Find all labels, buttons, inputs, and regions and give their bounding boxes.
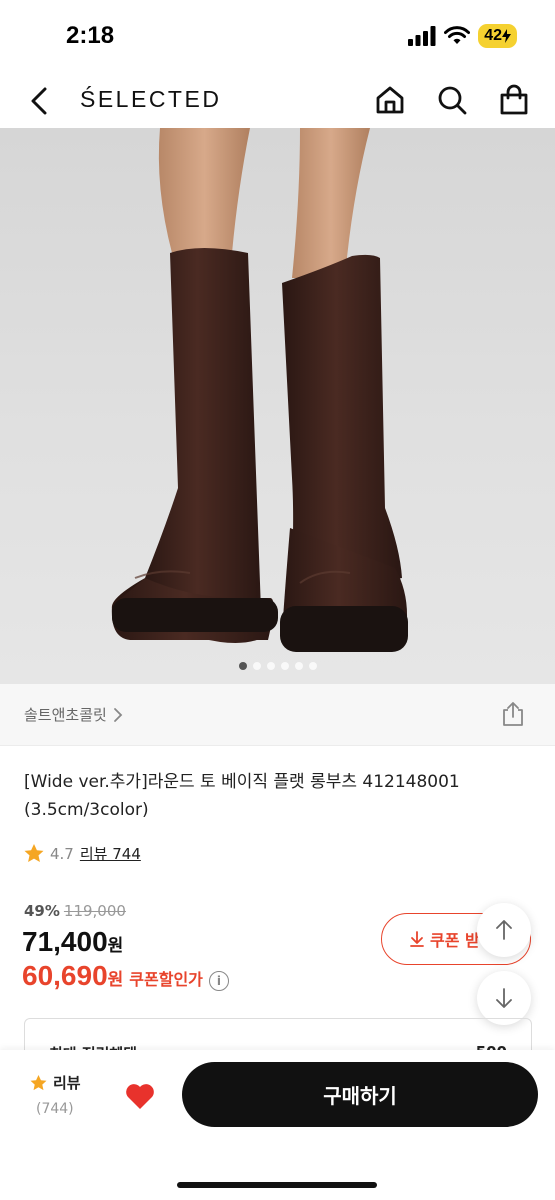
share-icon [503,702,523,726]
carousel-dot[interactable] [294,662,303,670]
coupon-download-label: 쿠폰 받 [430,931,480,950]
bottom-action-bar: 리뷰 (744) 구매하기 [0,1050,555,1200]
carousel-dot[interactable] [266,662,275,670]
status-icons: 42 [408,24,517,48]
star-icon [24,844,44,862]
carousel-dot[interactable] [238,662,247,670]
app-header: ŚELECTED [0,72,555,128]
review-summary-label: 리뷰 [53,1074,81,1092]
back-button[interactable] [22,84,56,118]
home-button[interactable] [372,82,408,118]
status-time: 2:18 [66,22,115,49]
store-row: 솔트앤초콜릿 [0,684,555,746]
discount-row: 49% 119,000 [24,902,126,920]
store-link[interactable]: 솔트앤초콜릿 [24,704,123,725]
carousel-dot[interactable] [308,662,317,670]
coupon-price-unit: 원 [107,970,124,990]
arrow-down-icon [496,988,512,1008]
battery-indicator: 42 [478,24,517,48]
review-link[interactable]: 리뷰 744 [80,843,141,864]
rating-row: 4.7 리뷰 744 [24,843,141,864]
star-icon [30,1074,47,1090]
cellular-signal-icon [408,26,436,46]
sale-price-unit: 원 [107,936,124,955]
sale-price: 71,400원 [22,926,123,958]
battery-level: 42 [484,27,502,44]
coupon-price-value: 60,690 [22,960,108,991]
wifi-icon [444,26,471,44]
status-bar: 2:18 42 [0,0,555,72]
search-button[interactable] [434,82,470,118]
brand-logo[interactable]: ŚELECTED [80,86,221,113]
scroll-up-button[interactable] [477,903,531,957]
coupon-price-label: 쿠폰할인가 [129,970,203,989]
scroll-down-button[interactable] [477,971,531,1025]
shopping-bag-icon [500,84,528,115]
rating-score: 4.7 [50,844,74,863]
chevron-left-icon [31,87,47,115]
cart-button[interactable] [496,82,532,118]
heart-icon [126,1083,154,1109]
chevron-right-icon [113,707,123,722]
product-title: [Wide ver.추가]라운드 토 베이직 플랫 롱부츠 412148001 … [24,772,460,820]
buy-button[interactable]: 구매하기 [182,1062,538,1127]
original-price: 119,000 [63,902,126,920]
carousel-dots [0,662,555,670]
coupon-price-row: 60,690원 쿠폰할인가 i [22,960,229,992]
product-image-carousel[interactable] [0,128,555,684]
sale-price-value: 71,400 [22,926,108,957]
home-icon [376,86,404,114]
home-indicator [177,1182,377,1188]
wishlist-button[interactable] [122,1078,158,1114]
download-arrow-icon [410,931,424,947]
search-icon [438,86,467,115]
review-summary[interactable]: 리뷰 (744) [30,1072,81,1117]
charging-bolt-icon [502,29,511,43]
arrow-up-icon [496,920,512,940]
carousel-dot[interactable] [280,662,289,670]
info-icon[interactable]: i [208,971,229,991]
product-photo-boots [111,128,408,652]
review-summary-count: (744) [36,1101,74,1117]
carousel-dot[interactable] [252,662,261,670]
store-name: 솔트앤초콜릿 [24,706,107,724]
discount-percent: 49% [24,902,60,920]
share-button[interactable] [499,700,527,728]
